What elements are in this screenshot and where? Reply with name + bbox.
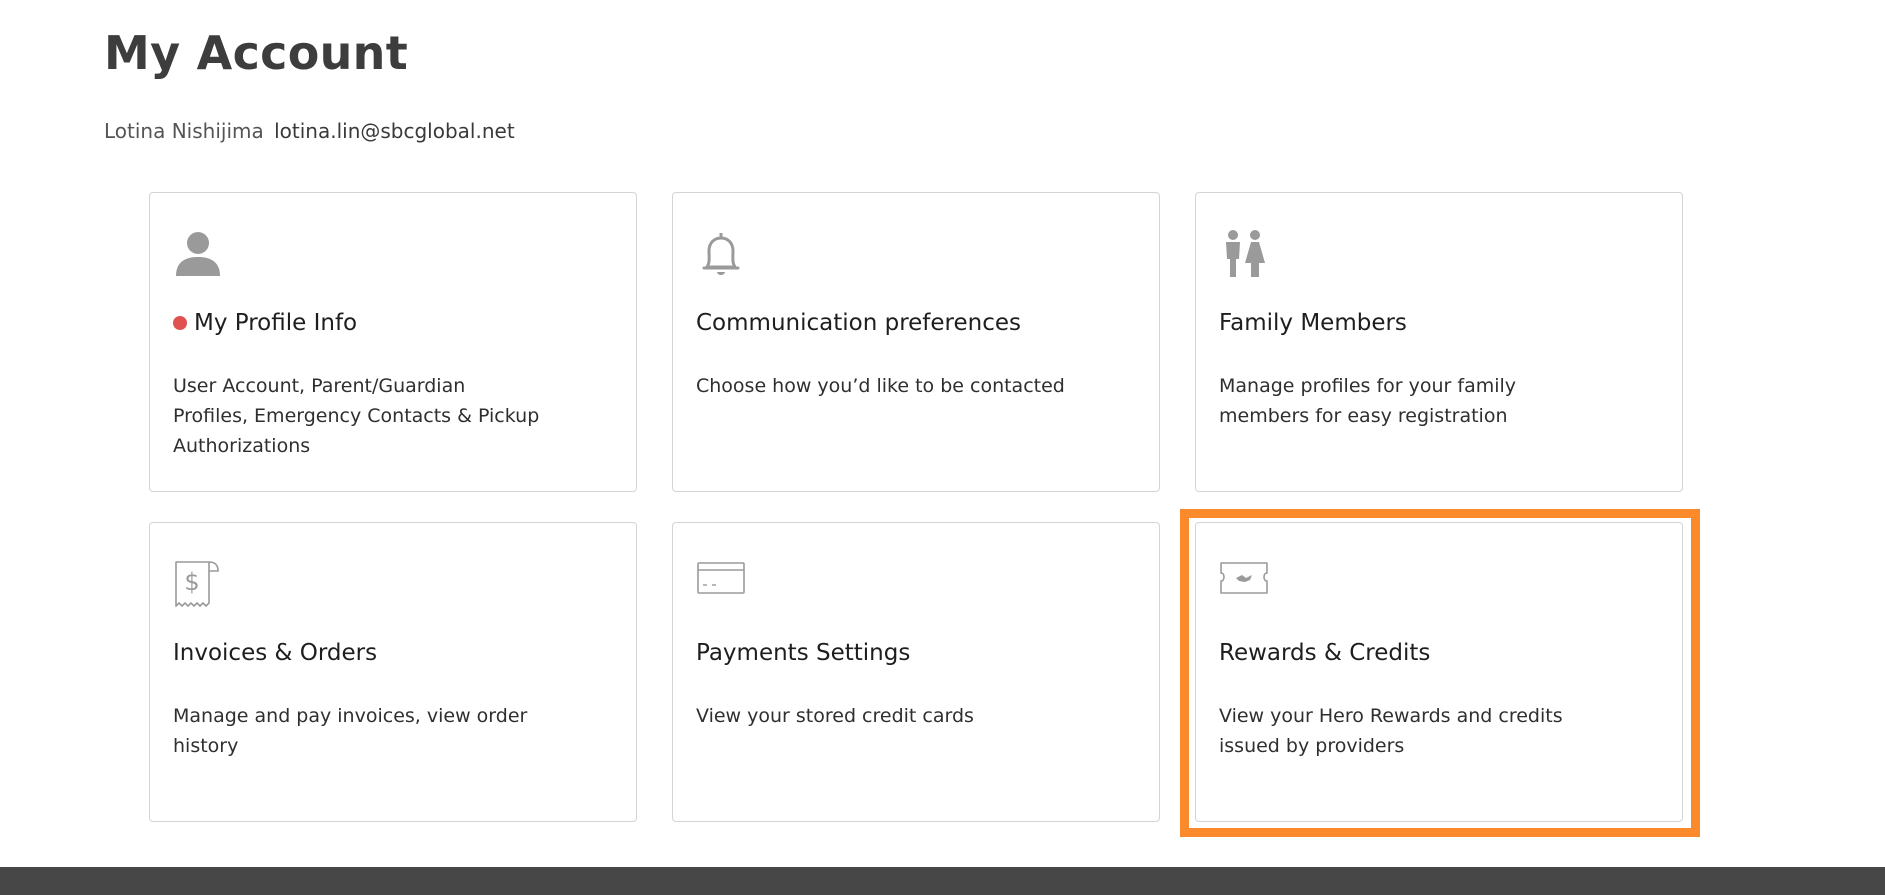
footer-bar	[0, 867, 1885, 895]
receipt-icon: $	[175, 561, 219, 607]
card-description: View your Hero Rewards and credits issue…	[1219, 705, 1563, 757]
card-title: Rewards & Credits	[1219, 640, 1431, 666]
card-title: Communication preferences	[696, 310, 1021, 336]
alert-dot	[173, 316, 187, 330]
card-description: View your stored credit cards	[696, 705, 974, 727]
ticket-icon	[1220, 562, 1268, 594]
profile-info-card[interactable]: My Profile Info User Account, Parent/Gua…	[149, 192, 637, 492]
card-title: Payments Settings	[696, 640, 911, 666]
credit-card-icon	[697, 562, 745, 594]
family-members-card[interactable]: Family Members Manage profiles for your …	[1195, 192, 1683, 492]
family-icon	[1226, 230, 1265, 277]
rewards-credits-card[interactable]: Rewards & Credits View your Hero Rewards…	[1195, 522, 1683, 822]
account-page: My Account Lotina Nishijima lotina.lin@s…	[0, 0, 1885, 895]
card-description: Manage profiles for your family members …	[1219, 375, 1517, 427]
user-name: Lotina Nishijima	[104, 119, 264, 143]
card-description: Manage and pay invoices, view order hist…	[173, 705, 528, 757]
bell-icon	[702, 233, 740, 275]
card-title-text: My Profile Info	[194, 310, 358, 336]
card-title: Invoices & Orders	[173, 640, 378, 666]
person-icon	[176, 232, 220, 276]
svg-text:$: $	[184, 568, 199, 596]
invoices-orders-card[interactable]: $ Invoices & Orders Manage and pay invoi…	[149, 522, 637, 822]
card-description: Choose how you’d like to be contacted	[696, 375, 1065, 397]
account-cards-grid: My Profile Info User Account, Parent/Gua…	[149, 192, 1684, 822]
user-email: lotina.lin@sbcglobal.net	[274, 119, 515, 143]
card-description: User Account, Parent/Guardian Profiles, …	[173, 375, 540, 457]
payments-settings-card[interactable]: Payments Settings View your stored credi…	[672, 522, 1160, 822]
card-title: My Profile Info	[173, 310, 357, 336]
page-title: My Account	[104, 26, 408, 80]
communication-preferences-card[interactable]: Communication preferences Choose how you…	[672, 192, 1160, 492]
user-info: Lotina Nishijima lotina.lin@sbcglobal.ne…	[104, 119, 515, 143]
card-title: Family Members	[1219, 310, 1407, 336]
